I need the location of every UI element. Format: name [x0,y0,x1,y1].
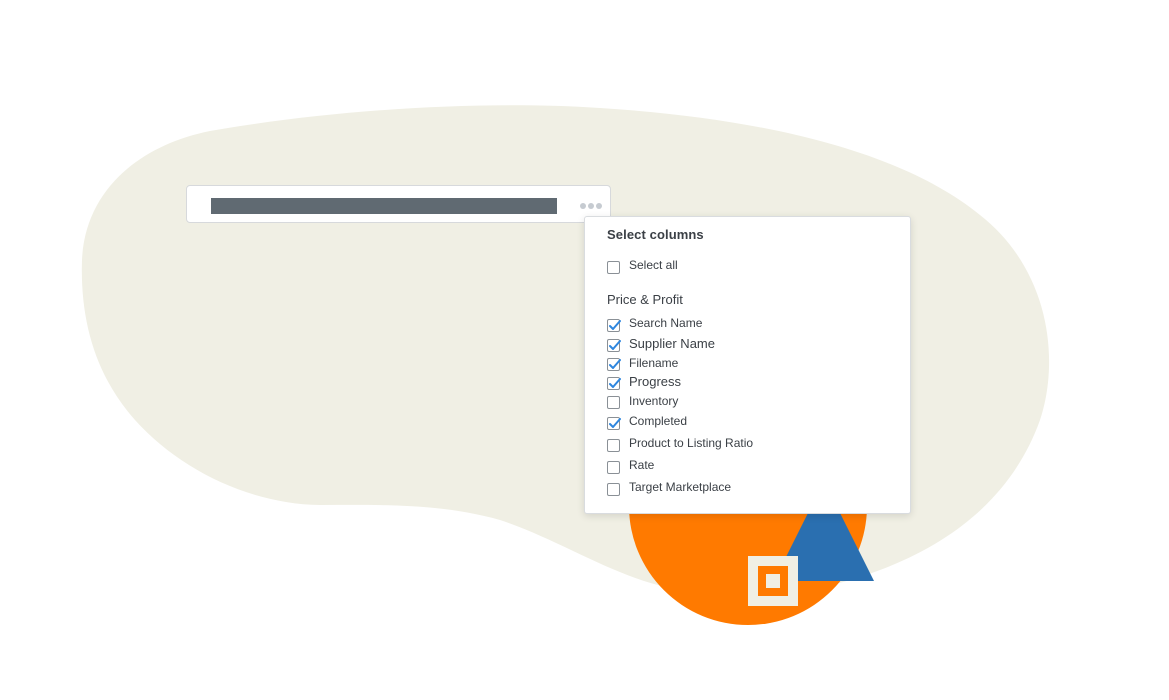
column-checkbox[interactable] [607,416,621,430]
column-list: Search Name Supplier Name Filename Progr… [607,313,753,498]
column-checkbox[interactable] [607,396,620,409]
column-option-filename[interactable]: Filename [607,353,753,372]
column-label: Inventory [629,393,679,408]
column-checkbox[interactable] [607,358,621,371]
more-options-button[interactable] [578,198,604,214]
column-option-inventory[interactable]: Inventory [607,391,753,410]
column-checkbox[interactable] [607,377,621,390]
select-all-label: Select all [629,258,678,272]
column-label: Product to Listing Ratio [629,436,754,450]
column-label: Supplier Name [629,335,715,351]
more-horizontal-icon-dot [596,203,602,209]
column-option-progress[interactable]: Progress [607,372,753,391]
section-label: Price & Profit [607,292,683,307]
column-label: Rate [629,458,655,472]
column-checkbox[interactable] [607,482,620,496]
more-horizontal-icon-dot [588,203,594,209]
checkmark-icon [609,319,621,330]
column-label: Completed [629,414,688,428]
column-label: Filename [629,355,679,370]
square-inner-center [766,574,780,588]
column-option-completed[interactable]: Completed [607,410,753,432]
column-label: Search Name [629,316,703,330]
column-checkbox[interactable] [607,460,620,474]
column-option-product-to-listing-ratio[interactable]: Product to Listing Ratio [607,432,753,454]
search-bar[interactable] [186,185,611,223]
checkmark-icon [609,339,621,350]
column-checkbox[interactable] [607,318,621,332]
column-option-search-name[interactable]: Search Name [607,313,753,333]
checkmark-icon [609,359,621,369]
column-label: Progress [629,374,682,389]
column-option-target-marketplace[interactable]: Target Marketplace [607,476,753,498]
select-all-option[interactable]: Select all [607,258,678,274]
column-checkbox[interactable] [607,338,621,352]
more-horizontal-icon [580,203,586,209]
column-checkbox[interactable] [607,438,620,452]
checkmark-icon [609,378,621,388]
checkmark-icon [609,417,621,428]
column-option-supplier-name[interactable]: Supplier Name [607,333,753,353]
column-option-rate[interactable]: Rate [607,454,753,476]
column-label: Target Marketplace [629,480,732,494]
dropdown-title: Select columns [607,227,704,242]
select-columns-dropdown: Select columns Select all Price & Profit… [584,216,911,514]
select-all-checkbox[interactable] [607,260,620,274]
search-placeholder-bar [211,198,557,214]
